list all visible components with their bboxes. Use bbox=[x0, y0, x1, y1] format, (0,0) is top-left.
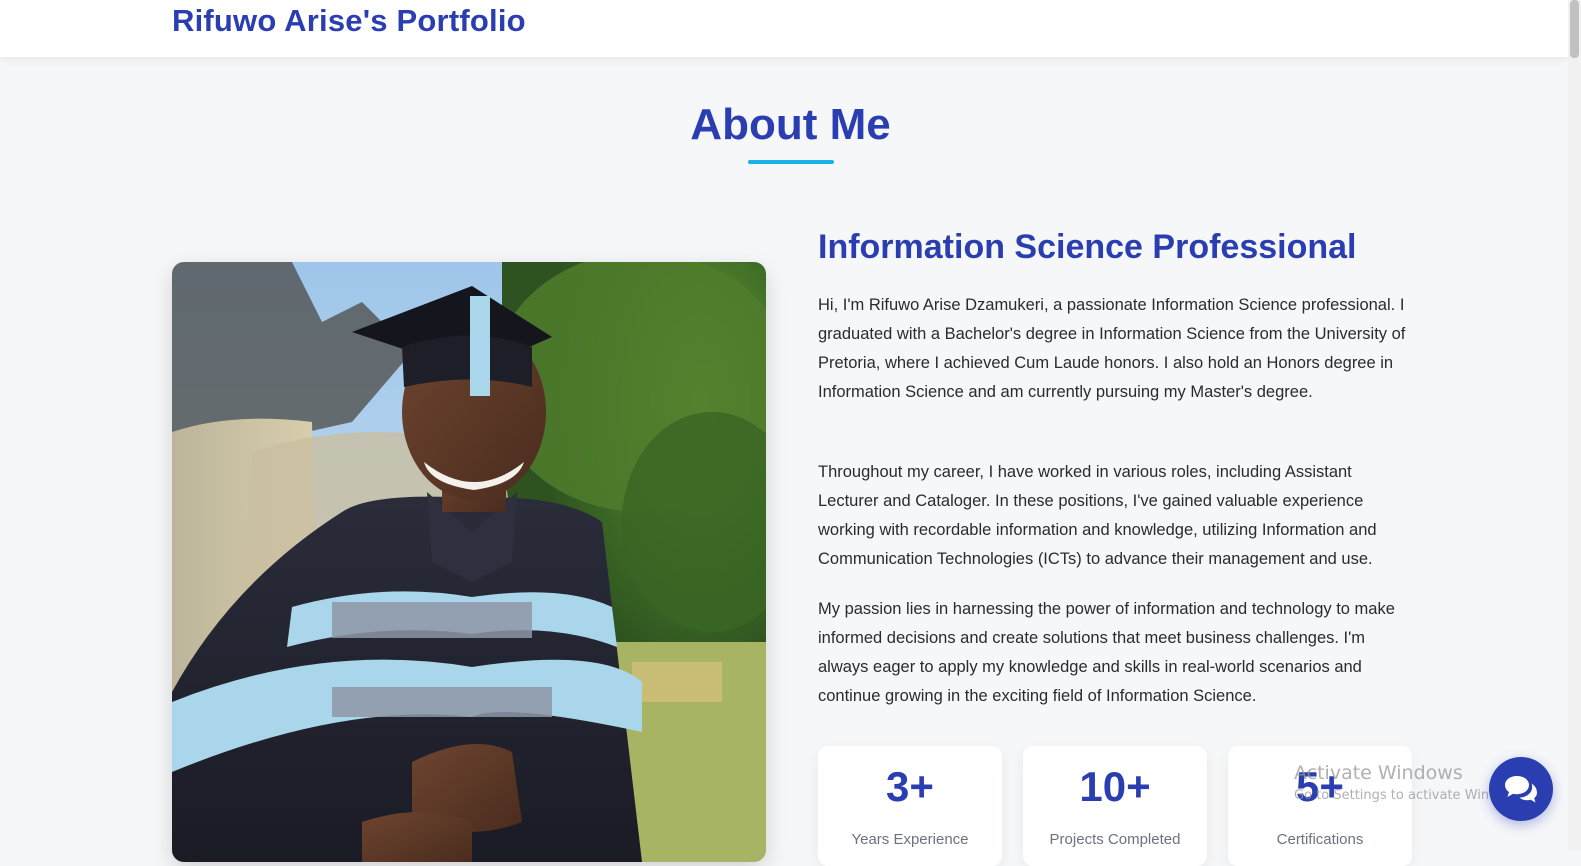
stat-value: 10+ bbox=[1079, 763, 1151, 810]
navbar: Rifuwo Arise's Portfolio bbox=[0, 0, 1568, 57]
subheading: Information Science Professional bbox=[818, 228, 1357, 266]
title-underline bbox=[748, 160, 834, 164]
stat-label: Certifications bbox=[1276, 831, 1364, 848]
stat-label: Years Experience bbox=[851, 831, 969, 848]
scrollbar-thumb[interactable] bbox=[1570, 0, 1579, 58]
stat-label: Projects Completed bbox=[1049, 831, 1181, 848]
section-title: About Me bbox=[690, 100, 891, 149]
profile-photo bbox=[172, 262, 766, 862]
chat-bubbles-icon bbox=[1505, 776, 1537, 803]
bio-paragraph: Hi, I'm Rifuwo Arise Dzamukeri, a passio… bbox=[818, 296, 1406, 401]
site-brand[interactable]: Rifuwo Arise's Portfolio bbox=[172, 3, 526, 39]
bio-paragraph: My passion lies in harnessing the power … bbox=[818, 600, 1395, 705]
stat-card-projects: 10+ Projects Completed bbox=[1023, 746, 1207, 866]
stat-card-experience: 3+ Years Experience bbox=[818, 746, 1002, 866]
bio-paragraph: Throughout my career, I have worked in v… bbox=[818, 463, 1377, 568]
stat-value: 3+ bbox=[886, 763, 934, 810]
chat-button[interactable] bbox=[1489, 757, 1553, 821]
